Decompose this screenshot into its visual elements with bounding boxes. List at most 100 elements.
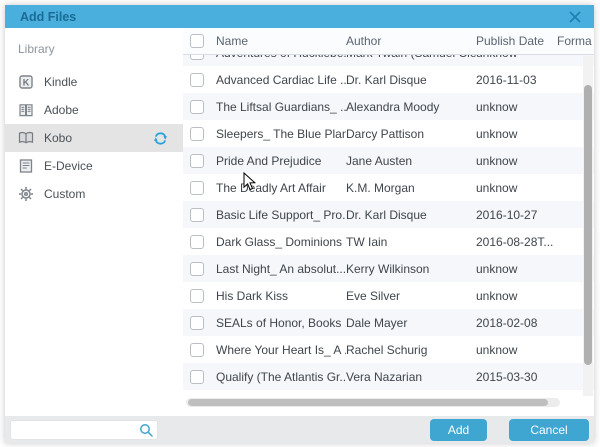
table-row[interactable]: Where Your Heart Is_ A ...Rachel Schurig… (183, 336, 594, 363)
add-files-dialog: Add Files Library KKindle Adobe Kobo E-Devi… (5, 5, 594, 443)
row-checkbox[interactable] (190, 127, 204, 141)
cell-author: Dale Mayer (346, 316, 476, 330)
cell-name: Adventures of Hucklebe... (216, 55, 346, 60)
sidebar-item-kindle[interactable]: KKindle (5, 68, 183, 96)
sidebar-item-label: Custom (44, 187, 85, 201)
svg-text:K: K (23, 78, 30, 88)
vertical-scrollbar[interactable] (583, 56, 593, 396)
sidebar-item-label: Kobo (44, 131, 72, 145)
titlebar: Add Files (5, 5, 594, 28)
cell-author: Jane Austen (346, 154, 476, 168)
kobo-icon (18, 130, 34, 146)
cell-publish-date: unknow (476, 55, 557, 60)
cell-author: Kerry Wilkinson (346, 262, 476, 276)
cell-name: Last Night_ An absolut... (216, 262, 346, 276)
sidebar-item-kobo[interactable]: Kobo (5, 124, 183, 152)
table-row[interactable]: Last Night_ An absolut...Kerry Wilkinson… (183, 255, 594, 282)
table-header: Name Author Publish Date Forma (183, 28, 594, 55)
dialog-title: Add Files (20, 10, 76, 24)
column-header-publish-date[interactable]: Publish Date (476, 34, 557, 48)
row-checkbox[interactable] (190, 154, 204, 168)
cell-name: Dark Glass_ Dominions I (216, 235, 346, 249)
sidebar: Library KKindle Adobe Kobo E-Device Custom (5, 28, 183, 416)
sidebar-item-custom[interactable]: Custom (5, 180, 183, 208)
footer-bar: Add Cancel (5, 416, 594, 443)
cell-publish-date: unknow (476, 154, 557, 168)
cell-publish-date: 2016-11-03 (476, 73, 557, 87)
table-row[interactable]: Pride And PrejudiceJane Austenunknow (183, 147, 594, 174)
cell-publish-date: unknow (476, 100, 557, 114)
search-icon (139, 423, 153, 437)
row-checkbox[interactable] (190, 100, 204, 114)
cell-name: Advanced Cardiac Life ... (216, 73, 346, 87)
sidebar-items: KKindle Adobe Kobo E-Device Custom (5, 68, 183, 208)
sidebar-item-adobe[interactable]: Adobe (5, 96, 183, 124)
cell-name: Where Your Heart Is_ A ... (216, 343, 346, 357)
cell-name: The Deadly Art Affair (216, 181, 346, 195)
select-all-checkbox[interactable] (190, 34, 204, 48)
cell-author: Mark Twain (Samuel Cle... (346, 55, 476, 60)
horizontal-scrollbar-thumb[interactable] (188, 399, 548, 406)
row-checkbox[interactable] (190, 208, 204, 222)
column-header-name[interactable]: Name (216, 34, 346, 48)
close-icon[interactable] (568, 10, 582, 24)
e-device-icon (18, 158, 34, 174)
row-checkbox[interactable] (190, 262, 204, 276)
cell-publish-date: 2016-10-27 (476, 208, 557, 222)
sidebar-item-e-device[interactable]: E-Device (5, 152, 183, 180)
add-button[interactable]: Add (430, 419, 487, 441)
cell-author: Dr. Karl Disque (346, 208, 476, 222)
table-row[interactable]: The Liftsal Guardians_ ...Alexandra Mood… (183, 93, 594, 120)
cell-publish-date: unknow (476, 262, 557, 276)
cell-publish-date: unknow (476, 181, 557, 195)
column-header-author[interactable]: Author (346, 34, 476, 48)
sidebar-heading: Library (18, 42, 183, 56)
dialog-body: Library KKindle Adobe Kobo E-Device Custom N… (5, 28, 594, 416)
cell-name: Sleepers_ The Blue Plan... (216, 127, 346, 141)
cell-author: TW Iain (346, 235, 476, 249)
refresh-icon[interactable] (153, 131, 168, 146)
file-table: Name Author Publish Date Forma Adventure… (183, 28, 594, 416)
row-checkbox[interactable] (190, 343, 204, 357)
cell-author: Darcy Pattison (346, 127, 476, 141)
table-row[interactable]: Basic Life Support_ Pro...Dr. Karl Disqu… (183, 201, 594, 228)
row-checkbox[interactable] (190, 289, 204, 303)
row-checkbox[interactable] (190, 55, 204, 60)
search-box (10, 420, 158, 440)
row-checkbox[interactable] (190, 370, 204, 384)
cell-author: Eve Silver (346, 289, 476, 303)
kindle-icon: K (18, 74, 34, 90)
cancel-button[interactable]: Cancel (509, 419, 589, 441)
cell-name: His Dark Kiss (216, 289, 346, 303)
cell-publish-date: 2018-02-08 (476, 316, 557, 330)
cell-name: Pride And Prejudice (216, 154, 346, 168)
column-header-format[interactable]: Forma (557, 34, 594, 48)
row-checkbox[interactable] (190, 235, 204, 249)
sidebar-item-label: Adobe (44, 103, 79, 117)
cell-publish-date: unknow (476, 289, 557, 303)
row-checkbox[interactable] (190, 181, 204, 195)
table-row[interactable]: Dark Glass_ Dominions ITW Iain2016-08-28… (183, 228, 594, 255)
table-row[interactable]: The Deadly Art AffairK.M. Morganunknow (183, 174, 594, 201)
cell-name: Basic Life Support_ Pro... (216, 208, 346, 222)
table-row[interactable]: Advanced Cardiac Life ...Dr. Karl Disque… (183, 66, 594, 93)
table-row[interactable]: Adventures of Hucklebe...Mark Twain (Sam… (183, 55, 594, 66)
table-row[interactable]: His Dark KissEve Silverunknow (183, 282, 594, 309)
cell-author: Alexandra Moody (346, 100, 476, 114)
table-row[interactable]: Sleepers_ The Blue Plan...Darcy Pattison… (183, 120, 594, 147)
row-checkbox[interactable] (190, 73, 204, 87)
table-row[interactable]: SEALs of Honor, Books ...Dale Mayer2018-… (183, 309, 594, 336)
vertical-scrollbar-thumb[interactable] (584, 85, 592, 365)
cell-publish-date: 2015-03-30 (476, 370, 557, 384)
horizontal-scrollbar[interactable] (186, 398, 560, 407)
cell-name: Qualify (The Atlantis Gr... (216, 370, 346, 384)
cell-author: Vera Nazarian (346, 370, 476, 384)
cell-publish-date: 2016-08-28T... (476, 235, 557, 249)
cell-author: Rachel Schurig (346, 343, 476, 357)
row-checkbox[interactable] (190, 316, 204, 330)
cell-name: The Liftsal Guardians_ ... (216, 100, 346, 114)
custom-icon (18, 186, 34, 202)
table-row[interactable]: Qualify (The Atlantis Gr...Vera Nazarian… (183, 363, 594, 390)
sidebar-item-label: E-Device (44, 159, 93, 173)
search-input[interactable] (10, 420, 158, 440)
